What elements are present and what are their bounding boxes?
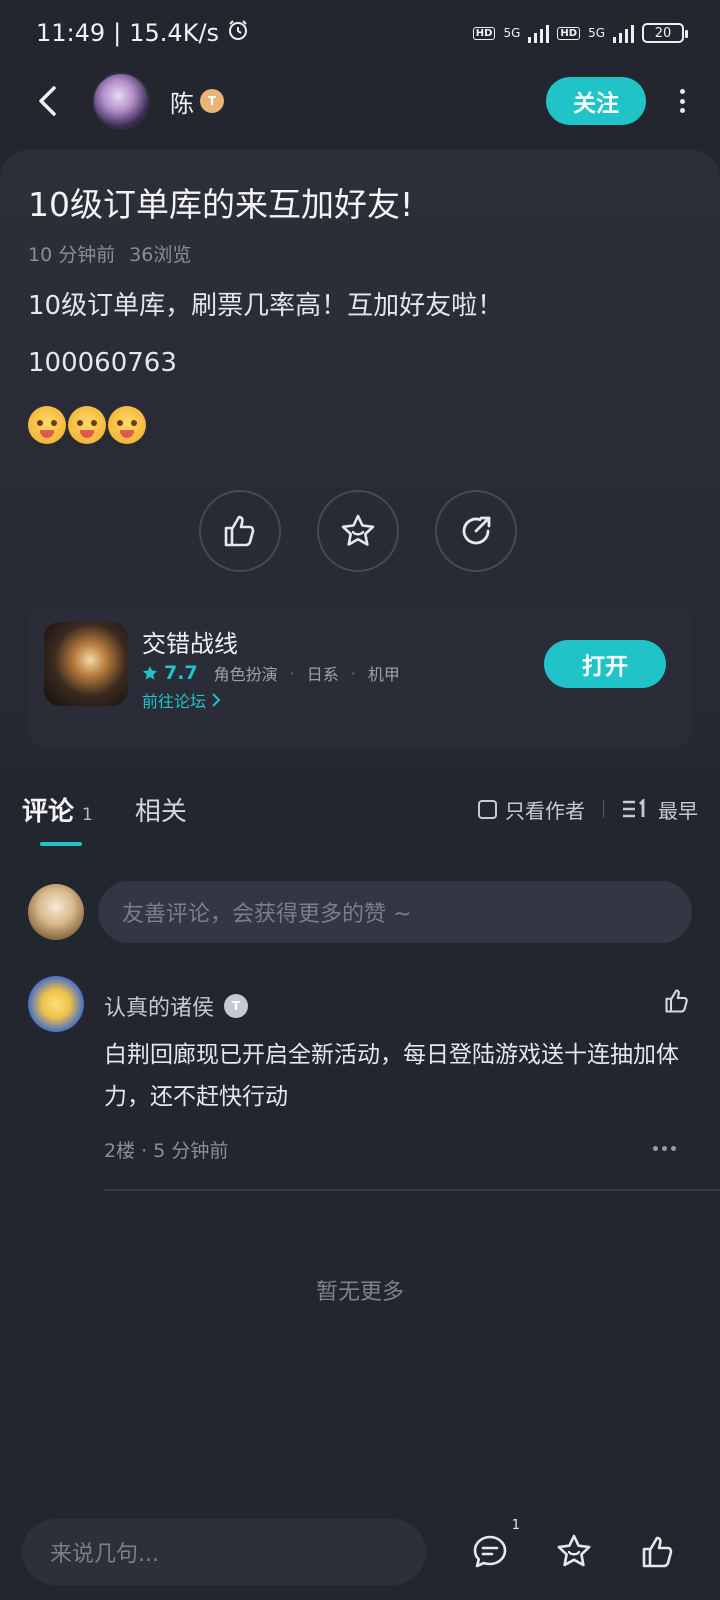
signal-icon bbox=[528, 23, 550, 43]
emoji-icon bbox=[108, 406, 146, 444]
game-tag: 角色扮演 bbox=[213, 665, 278, 684]
game-rating-row: 7.7 角色扮演 · 日系 · 机甲 bbox=[142, 661, 400, 685]
status-bar: 11:49 | 15.4K/s HD 5G HD 5G 20 bbox=[0, 0, 720, 66]
status-time: 11:49 bbox=[36, 19, 106, 47]
commenter-badge: T bbox=[224, 994, 249, 1018]
tab-comments-count: 1 bbox=[82, 804, 93, 825]
emoji-row bbox=[28, 406, 146, 444]
more-options-icon[interactable] bbox=[674, 86, 690, 116]
level-badge: T bbox=[200, 89, 224, 113]
status-divider: | bbox=[113, 19, 122, 47]
network-label: 5G bbox=[503, 26, 521, 40]
comments-button[interactable]: 1 bbox=[470, 1518, 520, 1572]
battery-icon: 20 bbox=[642, 23, 688, 43]
status-speed: 15.4K/s bbox=[129, 19, 220, 47]
filter-divider bbox=[603, 800, 604, 818]
bottom-favorite-button[interactable] bbox=[554, 1532, 594, 1572]
comment-more-icon[interactable] bbox=[653, 1146, 676, 1151]
comment-time: 5 分钟前 bbox=[153, 1140, 229, 1162]
author-only-checkbox[interactable] bbox=[478, 799, 497, 819]
post-card: 10级订单库的来互加好友! 10 分钟前 36浏览 10级订单库，刷票几率高！互… bbox=[0, 150, 720, 768]
game-name: 交错战线 bbox=[142, 630, 238, 658]
like-button[interactable] bbox=[199, 490, 281, 572]
post-time: 10 分钟前 bbox=[28, 244, 116, 266]
share-button[interactable] bbox=[435, 490, 517, 572]
comment-input[interactable]: 友善评论，会获得更多的赞 ~ bbox=[98, 881, 692, 943]
thumbs-up-icon bbox=[224, 515, 255, 547]
comment-divider bbox=[104, 1189, 720, 1191]
alarm-icon bbox=[227, 19, 249, 47]
comment-like-button[interactable] bbox=[662, 986, 692, 1020]
sort-label[interactable]: 最早 bbox=[658, 795, 698, 824]
emoji-icon bbox=[68, 406, 106, 444]
sort-icon[interactable] bbox=[622, 799, 648, 819]
thumbs-up-icon bbox=[665, 989, 688, 1013]
meta-separator: · bbox=[141, 1140, 154, 1162]
post-id-line: 100060763 bbox=[28, 348, 177, 378]
star-icon bbox=[557, 1534, 591, 1567]
network-label: 5G bbox=[588, 26, 605, 40]
tab-related[interactable]: 相关 bbox=[135, 791, 187, 828]
emoji-icon bbox=[28, 406, 66, 444]
comment-bubble-icon bbox=[473, 1535, 507, 1568]
star-icon bbox=[341, 514, 375, 546]
bottom-like-button[interactable] bbox=[638, 1532, 678, 1572]
rating-star-icon bbox=[143, 666, 157, 680]
game-rating: 7.7 bbox=[164, 662, 198, 684]
forum-link-label: 前往论坛 bbox=[142, 692, 207, 711]
comment-filters: 只看作者 最早 bbox=[478, 795, 698, 824]
game-tag: 机甲 bbox=[367, 665, 400, 684]
share-icon bbox=[462, 516, 491, 545]
commenter-name[interactable]: 认真的诸侯 bbox=[104, 990, 214, 1022]
follow-button[interactable]: 关注 bbox=[546, 77, 646, 125]
bottom-comment-input[interactable]: 来说几句... bbox=[22, 1519, 426, 1585]
comment-input-row: 友善评论，会获得更多的赞 ~ bbox=[28, 880, 692, 944]
back-icon[interactable] bbox=[30, 84, 64, 118]
comments-count: 1 bbox=[511, 1518, 520, 1533]
hd-badge: HD bbox=[557, 26, 581, 40]
commenter-name-row: 认真的诸侯 T bbox=[104, 990, 249, 1022]
forum-link[interactable]: 前往论坛 bbox=[142, 688, 222, 712]
game-card[interactable]: 交错战线 7.7 角色扮演 · 日系 · 机甲 前往论坛 打开 bbox=[28, 606, 692, 746]
tab-comments-label: 评论 bbox=[22, 796, 75, 827]
tab-comments[interactable]: 评论 1 bbox=[22, 791, 93, 828]
top-bar: 陈 T 关注 bbox=[0, 66, 720, 136]
author-name[interactable]: 陈 bbox=[170, 84, 194, 119]
no-more-text: 暂无更多 bbox=[315, 1280, 404, 1305]
chevron-right-icon bbox=[212, 693, 221, 707]
favorite-button[interactable] bbox=[317, 490, 399, 572]
bottom-bar: 来说几句... 1 bbox=[0, 1512, 720, 1592]
hd-badge: HD bbox=[472, 26, 496, 40]
thumbs-up-icon bbox=[642, 1536, 673, 1568]
tag-separator: · bbox=[289, 663, 295, 683]
comment-tabs: 评论 1 相关 只看作者 最早 bbox=[0, 768, 720, 850]
game-icon bbox=[44, 622, 128, 706]
commenter-avatar[interactable] bbox=[28, 976, 84, 1032]
game-tag: 日系 bbox=[306, 665, 339, 684]
signal-icon bbox=[613, 23, 634, 43]
author-only-label[interactable]: 只看作者 bbox=[505, 795, 585, 824]
comment-meta: 2楼 · 5 分钟前 bbox=[104, 1136, 228, 1163]
comment-text: 白荆回廊现已开启全新活动，每日登陆游戏送十连抽加体力，还不赶快行动 bbox=[104, 1042, 679, 1110]
active-tab-indicator bbox=[40, 842, 82, 846]
my-avatar bbox=[28, 884, 84, 940]
tag-separator: · bbox=[350, 663, 356, 683]
post-actions bbox=[199, 490, 517, 572]
post-title: 10级订单库的来互加好友! bbox=[28, 185, 414, 224]
post-meta: 10 分钟前 36浏览 bbox=[28, 240, 191, 267]
comment-floor: 2楼 bbox=[104, 1140, 136, 1162]
author-avatar[interactable] bbox=[92, 72, 150, 130]
post-body: 10级订单库，刷票几率高！互加好友啦！ bbox=[28, 291, 504, 321]
post-views: 36浏览 bbox=[129, 244, 192, 266]
open-game-button[interactable]: 打开 bbox=[544, 640, 666, 688]
